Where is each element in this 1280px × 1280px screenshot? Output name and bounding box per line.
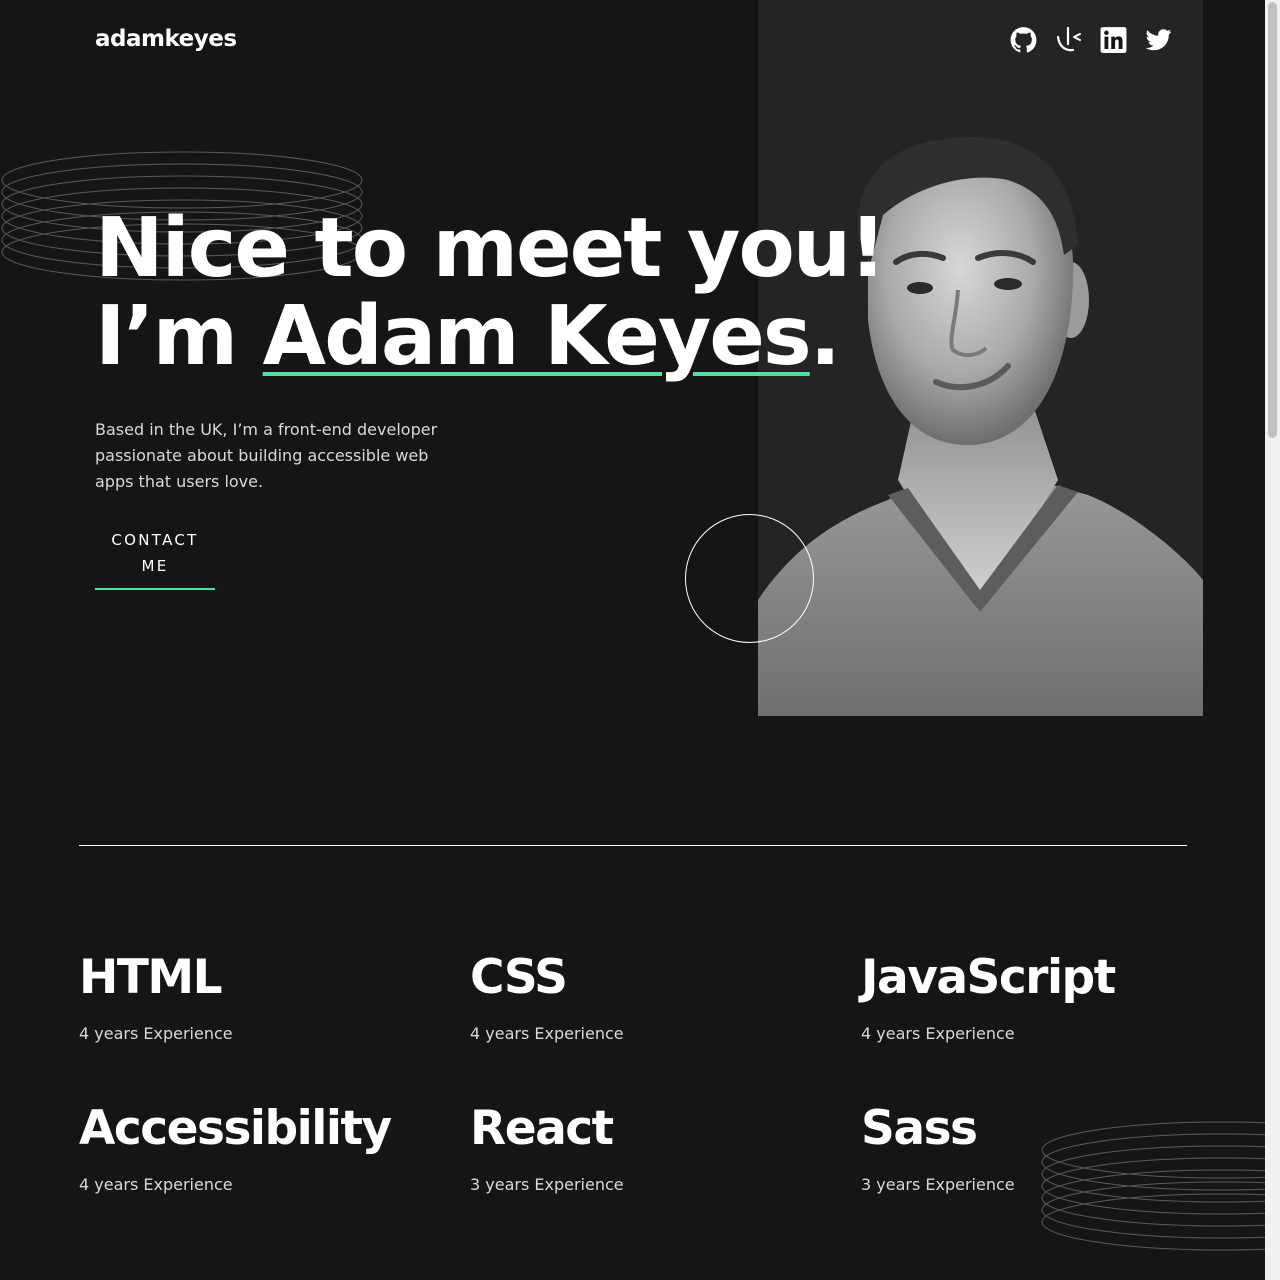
vertical-scrollbar[interactable]	[1265, 0, 1280, 1280]
hero-line-2-prefix: I’m	[95, 289, 263, 384]
skill-experience: 3 years Experience	[861, 1175, 1015, 1194]
skill-name: Sass	[861, 1101, 978, 1156]
github-icon	[1010, 27, 1037, 53]
skill-experience: 4 years Experience	[861, 1024, 1015, 1043]
scrollbar-thumb[interactable]	[1268, 2, 1277, 438]
hero-heading: Nice to meet you! I’m Adam Keyes.	[95, 205, 887, 384]
site-logo[interactable]: adamkeyes	[95, 26, 237, 52]
portfolio-page: adamkeyes Nice to meet you! I’m Adam Key…	[0, 0, 1265, 1280]
github-link[interactable]	[1010, 26, 1037, 54]
skill-item: CSS 4 years Experience	[470, 948, 861, 1047]
frontend-mentor-icon	[1056, 26, 1081, 52]
skill-experience: 4 years Experience	[79, 1175, 233, 1194]
hero-description: Based in the UK, I’m a front-end develop…	[95, 420, 438, 491]
hero-name: Adam Keyes	[262, 289, 812, 384]
twitter-icon	[1145, 29, 1172, 51]
hero-line-1: Nice to meet you!	[95, 201, 887, 296]
skill-name: Accessibility	[79, 1101, 392, 1156]
frontend-mentor-link[interactable]	[1055, 26, 1082, 54]
skill-item: HTML 4 years Experience	[79, 948, 470, 1047]
linkedin-link[interactable]	[1100, 26, 1127, 54]
skill-experience: 4 years Experience	[79, 1024, 233, 1043]
social-links	[1010, 26, 1172, 54]
skill-name: CSS	[470, 950, 568, 1005]
linkedin-icon	[1100, 27, 1127, 53]
contact-me-button[interactable]: CONTACT ME	[95, 526, 215, 590]
skill-name: JavaScript	[861, 950, 1116, 1005]
skill-name: HTML	[79, 950, 223, 1005]
skills-grid: HTML 4 years Experience CSS 4 years Expe…	[79, 948, 1187, 1198]
skill-item: Accessibility 4 years Experience	[79, 1099, 470, 1198]
skill-name: React	[470, 1101, 614, 1156]
decorative-circle	[685, 514, 814, 643]
skill-experience: 3 years Experience	[470, 1175, 624, 1194]
skill-item: React 3 years Experience	[470, 1099, 861, 1198]
skill-item: Sass 3 years Experience	[861, 1099, 1187, 1198]
twitter-link[interactable]	[1145, 26, 1172, 54]
skill-item: JavaScript 4 years Experience	[861, 948, 1187, 1047]
section-divider	[79, 845, 1187, 846]
skill-experience: 4 years Experience	[470, 1024, 624, 1043]
hero-line-2-suffix: .	[809, 289, 841, 384]
